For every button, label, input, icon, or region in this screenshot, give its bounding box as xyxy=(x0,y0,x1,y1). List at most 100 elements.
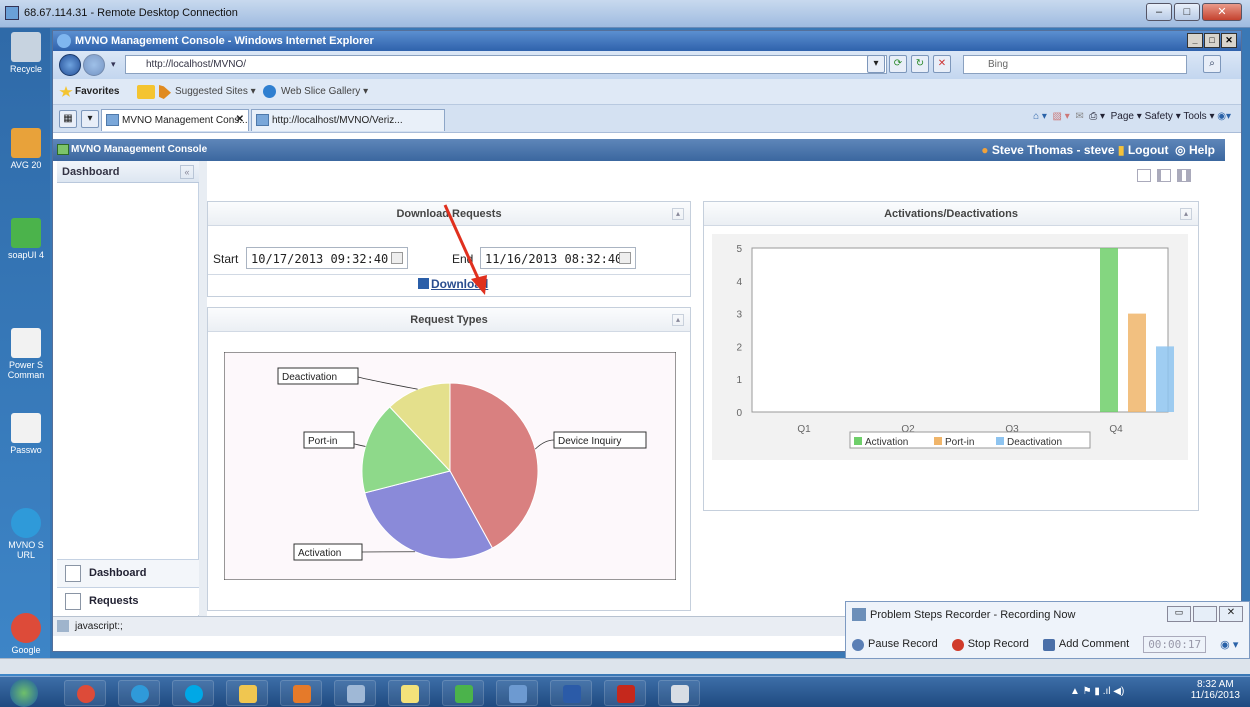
taskbar-word[interactable] xyxy=(550,680,592,706)
ie-maximize-button[interactable]: □ xyxy=(1204,33,1220,48)
forward-button[interactable] xyxy=(83,54,105,76)
ie-window: MVNO Management Console - Windows Intern… xyxy=(52,30,1243,652)
taskbar-media[interactable] xyxy=(280,680,322,706)
start-date-input[interactable]: 10/17/2013 09:32:40 xyxy=(246,247,408,269)
web-slice-icon xyxy=(263,85,276,98)
ie-title-bar: MVNO Management Console - Windows Intern… xyxy=(53,31,1241,51)
psr-close-button[interactable]: ✕ xyxy=(1219,606,1243,622)
command-bar: ⌂ ▾ ▧ ▾ ✉ ⎙ ▾ Page ▾ Safety ▾ Tools ▾ ◉▾ xyxy=(1033,111,1231,122)
clock[interactable]: 8:32 AM 11/16/2013 xyxy=(1191,679,1240,701)
help-link[interactable]: Help xyxy=(1189,143,1215,157)
ie-close-button[interactable]: ✕ xyxy=(1221,33,1237,48)
user-area: ● Steve Thomas - steve ▮ Logout ◎ Help xyxy=(981,143,1215,157)
activations-portlet: Activations/Deactivations ▴ 0 1 2 3 4 5 Q1 Q2 Q3… xyxy=(703,201,1199,511)
tab-mvno-console[interactable]: MVNO Management Cons... ✕ xyxy=(101,109,249,131)
add-favorite-icon[interactable] xyxy=(137,85,155,99)
pause-record-button[interactable]: Pause Record xyxy=(852,638,938,651)
taskbar-notes[interactable] xyxy=(388,680,430,706)
mail-icon[interactable]: ✉ xyxy=(1075,111,1083,122)
tab-close-icon[interactable]: ✕ xyxy=(236,114,244,125)
add-comment-button[interactable]: Add Comment xyxy=(1042,638,1129,651)
layout-single-icon[interactable] xyxy=(1137,169,1151,182)
back-button[interactable] xyxy=(59,54,81,76)
psr-help-icon[interactable]: ◉ ▾ xyxy=(1220,638,1238,651)
taskbar-network[interactable] xyxy=(334,680,376,706)
taskbar-pdf[interactable] xyxy=(604,680,646,706)
desktop-icon-passwords[interactable]: Passwo xyxy=(4,413,48,455)
calendar-icon[interactable] xyxy=(619,252,631,264)
legend-label: Activation xyxy=(865,437,908,448)
desktop: Recycle AVG 20 soapUI 4 Power S Comman P… xyxy=(0,28,50,680)
tab-list-icon[interactable]: ▾ xyxy=(81,110,99,128)
desktop-icon-powershell[interactable]: Power S Comman xyxy=(4,328,48,380)
tab-verizon[interactable]: http://localhost/MVNO/Veriz... xyxy=(251,109,445,131)
pause-icon xyxy=(852,638,864,651)
taskbar-chrome[interactable] xyxy=(64,680,106,706)
rdp-title: 68.67.114.31 - Remote Desktop Connection xyxy=(24,7,238,19)
desktop-icon-recycle[interactable]: Recycle xyxy=(4,32,48,74)
psr-maximize-button[interactable] xyxy=(1193,606,1217,622)
portlet-menu-button[interactable]: ▴ xyxy=(1180,208,1192,220)
maximize-button[interactable]: □ xyxy=(1174,3,1200,21)
favorites-star-icon xyxy=(59,86,73,97)
desktop-icon-mvno-url[interactable]: MVNO S URL xyxy=(4,508,48,560)
logout-link[interactable]: Logout xyxy=(1128,143,1169,157)
status-text: javascript:; xyxy=(75,621,123,632)
tab-favicon-icon xyxy=(106,114,119,126)
suggested-sites-link[interactable]: Suggested Sites ▾ xyxy=(175,86,256,97)
sidebar-item-requests[interactable]: Requests xyxy=(57,587,199,615)
portlet-menu-button[interactable]: ▴ xyxy=(672,208,684,220)
layout-switcher xyxy=(1137,169,1191,182)
address-input[interactable]: http://localhost/MVNO/ xyxy=(125,55,887,74)
page-menus[interactable]: Page ▾ Safety ▾ Tools ▾ xyxy=(1111,111,1215,122)
history-dropdown-icon[interactable]: ▾ xyxy=(111,59,116,70)
search-icon[interactable]: ⌕ xyxy=(1203,55,1221,73)
rdp-title-bar: 68.67.114.31 - Remote Desktop Connection… xyxy=(0,0,1250,28)
close-button[interactable]: ✕ xyxy=(1202,3,1242,21)
help-icon[interactable]: ◉▾ xyxy=(1217,111,1231,122)
taskbar-skype[interactable] xyxy=(172,680,214,706)
portlet-menu-button[interactable]: ▴ xyxy=(672,314,684,326)
bar-port-in xyxy=(1128,313,1146,412)
taskbar: ▲ ⚑ ▮ .ıl ◀) 8:32 AM 11/16/2013 xyxy=(0,676,1250,707)
user-name[interactable]: Steve Thomas - steve xyxy=(992,143,1115,157)
problem-steps-recorder: Problem Steps Recorder - Recording Now ▭… xyxy=(845,601,1250,659)
system-tray-icons[interactable]: ▲ ⚑ ▮ .ıl ◀) xyxy=(1070,686,1124,697)
feeds-icon[interactable]: ▧ ▾ xyxy=(1053,111,1070,122)
comment-icon xyxy=(1042,638,1055,651)
taskbar-rdp[interactable] xyxy=(496,680,538,706)
home-icon[interactable]: ⌂ ▾ xyxy=(1033,111,1047,122)
calendar-icon[interactable] xyxy=(391,252,403,264)
horizontal-scrollbar[interactable] xyxy=(0,658,1250,674)
status-page-icon xyxy=(57,620,69,632)
collapse-sidebar-button[interactable]: « xyxy=(180,165,194,179)
minimize-button[interactable]: – xyxy=(1146,3,1172,21)
desktop-icon-google[interactable]: Google xyxy=(4,613,48,655)
web-slice-link[interactable]: Web Slice Gallery ▾ xyxy=(281,86,368,97)
ie-minimize-button[interactable]: _ xyxy=(1187,33,1203,48)
stop-record-button[interactable]: Stop Record xyxy=(951,638,1029,651)
legend-label: Port-in xyxy=(945,437,974,448)
end-date-input[interactable]: 11/16/2013 08:32:40 xyxy=(480,247,636,269)
taskbar-explorer[interactable] xyxy=(226,680,268,706)
layout-three-column-icon[interactable] xyxy=(1177,169,1191,182)
layout-two-column-icon[interactable] xyxy=(1157,169,1171,182)
taskbar-ie[interactable] xyxy=(118,680,160,706)
desktop-icon-avg[interactable]: AVG 20 xyxy=(4,128,48,170)
favorites-button[interactable]: Favorites xyxy=(75,86,119,97)
stop-icon[interactable]: ✕ xyxy=(933,55,951,73)
taskbar-psr[interactable] xyxy=(658,680,700,706)
compat-view-icon[interactable]: ⟳ xyxy=(889,55,907,73)
taskbar-soapui[interactable] xyxy=(442,680,484,706)
print-icon[interactable]: ⎙ ▾ xyxy=(1089,111,1105,122)
request-types-pie-chart: Device Inquiry Activation Port-in Deactivat… xyxy=(224,352,676,580)
sidebar-item-dashboard[interactable]: Dashboard xyxy=(57,559,199,587)
desktop-icon-soapui[interactable]: soapUI 4 xyxy=(4,218,48,260)
address-dropdown-icon[interactable]: ▾ xyxy=(867,55,885,73)
refresh-icon[interactable]: ↻ xyxy=(911,55,929,73)
psr-minimize-button[interactable]: ▭ xyxy=(1167,606,1191,622)
sidebar-splitter[interactable] xyxy=(199,161,207,616)
quick-tabs-icon[interactable]: ▦ xyxy=(59,110,77,128)
start-button[interactable] xyxy=(10,679,38,707)
search-input[interactable]: Bing xyxy=(963,55,1187,74)
